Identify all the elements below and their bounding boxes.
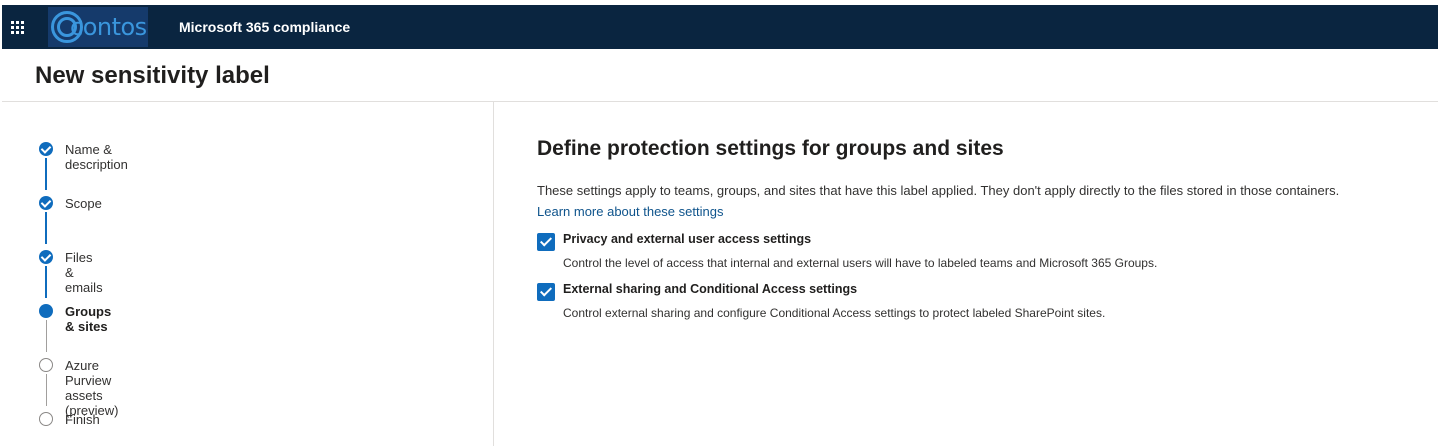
privacy-settings-description: Control the level of access that interna… — [563, 256, 1158, 270]
step-files-emails[interactable]: Files & emails — [65, 250, 103, 295]
step-connector — [45, 374, 47, 406]
step-scope[interactable]: Scope — [65, 196, 102, 211]
step-finish: Finish — [65, 412, 100, 427]
section-heading: Define protection settings for groups an… — [537, 137, 1004, 160]
external-sharing-title[interactable]: External sharing and Conditional Access … — [563, 282, 857, 296]
step-connector — [45, 320, 47, 352]
step-connector — [45, 212, 47, 244]
external-sharing-description: Control external sharing and configure C… — [563, 306, 1106, 320]
external-sharing-checkbox[interactable] — [537, 283, 555, 301]
section-description: These settings apply to teams, groups, a… — [537, 183, 1340, 198]
step-empty-circle-icon — [39, 412, 53, 426]
app-launcher-button[interactable] — [2, 5, 32, 49]
learn-more-link[interactable]: Learn more about these settings — [537, 204, 723, 219]
step-name-description[interactable]: Name & description — [65, 142, 128, 172]
step-completed-check-icon — [39, 250, 53, 264]
step-connector — [45, 266, 47, 298]
header-divider — [2, 101, 1438, 102]
panel-divider — [493, 102, 494, 446]
step-groups-sites[interactable]: Groups & sites — [65, 304, 111, 334]
privacy-settings-title[interactable]: Privacy and external user access setting… — [563, 232, 811, 246]
step-completed-check-icon — [39, 196, 53, 210]
logo-text: contoso — [70, 13, 148, 41]
step-empty-circle-icon — [39, 358, 53, 372]
step-current-dot-icon — [39, 304, 53, 318]
page-title: New sensitivity label — [35, 62, 270, 89]
step-completed-check-icon — [39, 142, 53, 156]
privacy-settings-checkbox[interactable] — [537, 233, 555, 251]
step-connector — [45, 158, 47, 190]
step-azure-purview: Azure Purview assets (preview) — [65, 358, 119, 418]
contoso-logo[interactable]: contoso — [48, 7, 148, 47]
app-title[interactable]: Microsoft 365 compliance — [179, 19, 350, 35]
waffle-icon — [10, 20, 24, 34]
top-bar: contoso Microsoft 365 compliance — [2, 5, 1438, 49]
